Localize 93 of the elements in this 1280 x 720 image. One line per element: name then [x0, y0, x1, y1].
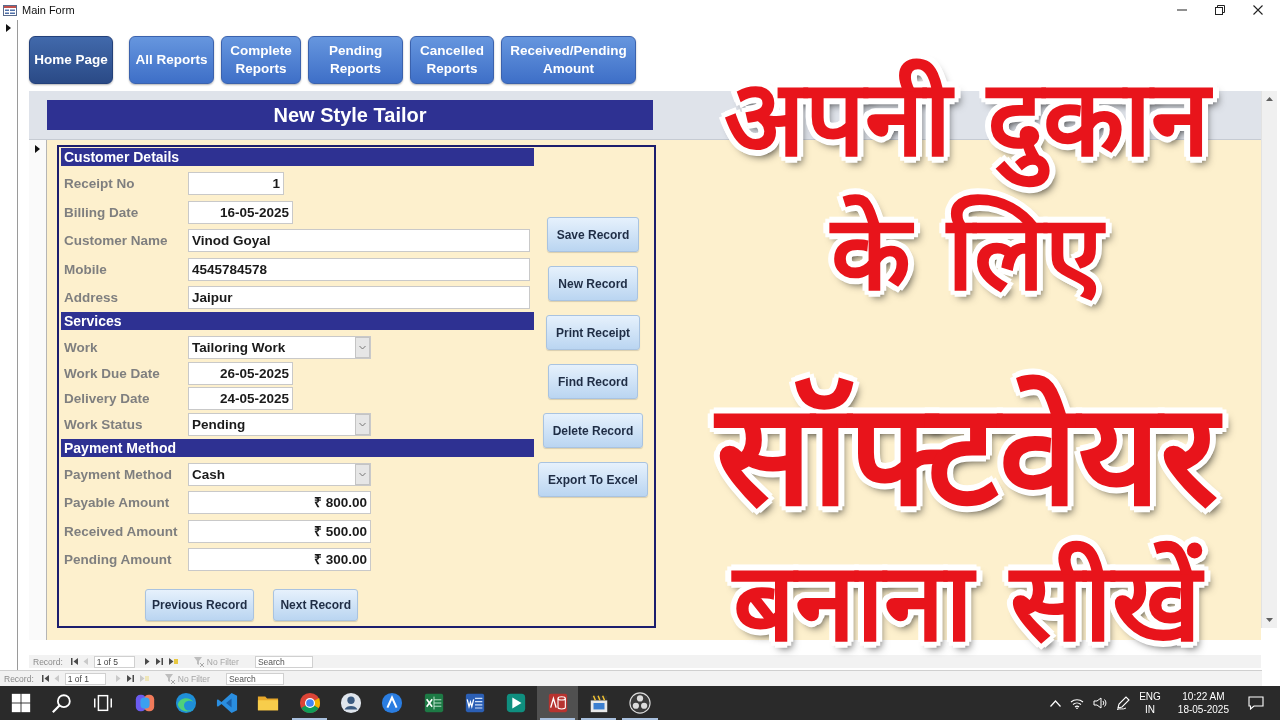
number-field[interactable]: 1	[188, 172, 284, 195]
record-label: Record:	[32, 656, 64, 667]
dropdown-field[interactable]: Pending	[188, 412, 371, 436]
region-indicator[interactable]: IN	[1145, 703, 1155, 716]
nav-button[interactable]: Home Page	[29, 36, 113, 84]
field-label: Work Due Date	[63, 365, 161, 381]
text-field[interactable]: Jaipur	[188, 286, 530, 309]
field-label: Mobile	[63, 261, 108, 277]
action-button[interactable]: Save Record	[546, 217, 640, 252]
scroll-up-icon[interactable]	[1266, 97, 1273, 101]
currency-field[interactable]: ₹ 300.00	[188, 548, 371, 571]
text-field[interactable]: Vinod Goyal	[188, 229, 530, 252]
swirl-icon[interactable]	[133, 692, 156, 714]
taskbar-button[interactable]	[536, 686, 579, 720]
pen-icon[interactable]	[1116, 696, 1131, 710]
action-button[interactable]: Print Receipt	[546, 315, 640, 350]
nav-button[interactable]: Cancelled Reports	[410, 36, 494, 84]
headline-text: अपनी दुकान	[713, 45, 1227, 194]
form-title: New Style Tailor	[47, 100, 653, 130]
navigation-button[interactable]: Previous Record	[145, 589, 255, 621]
record-selector-icon	[6, 24, 11, 32]
field-label: Received Amount	[63, 523, 179, 539]
wave-circle-icon[interactable]	[174, 692, 197, 714]
filter-icon	[193, 656, 205, 667]
search-field[interactable]: Search	[254, 655, 313, 668]
notification-icon[interactable]	[1248, 696, 1264, 710]
restore-icon[interactable]	[1215, 5, 1225, 15]
dropdown-field[interactable]: Cash	[188, 462, 371, 486]
action-button[interactable]: New Record	[548, 266, 638, 301]
currency-field[interactable]: ₹ 500.00	[188, 519, 371, 543]
document-icon[interactable]	[463, 692, 486, 714]
last-record-icon[interactable]	[126, 675, 136, 682]
action-button[interactable]: Find Record	[548, 364, 638, 399]
nav-button[interactable]: Pending Reports	[308, 36, 403, 84]
close-icon[interactable]	[1253, 5, 1263, 15]
date-field[interactable]: 16-05-2025	[188, 200, 293, 224]
segmented-circle-icon[interactable]	[298, 692, 321, 714]
caret-disc-icon[interactable]	[381, 692, 404, 714]
spreadsheet-icon[interactable]	[422, 692, 445, 714]
action-button[interactable]: Export To Excel	[538, 462, 648, 497]
text-field[interactable]: 4545784578	[188, 257, 530, 281]
wifi-icon[interactable]	[1070, 697, 1085, 709]
scrollbar[interactable]	[1261, 91, 1277, 628]
field-label: Pending Amount	[63, 552, 173, 567]
record-selector-icon	[35, 145, 40, 153]
date-field[interactable]: 26-05-2025	[188, 361, 293, 385]
user-silhouette-icon[interactable]	[340, 692, 362, 714]
field-label: Address	[63, 290, 120, 305]
date-field[interactable]: 24-05-2025	[188, 387, 293, 410]
field-label: Customer Name	[63, 233, 169, 248]
next-record-icon[interactable]	[142, 658, 152, 665]
start-icon[interactable]	[9, 692, 32, 714]
section-header: Payment Method	[61, 438, 534, 457]
last-record-icon[interactable]	[155, 658, 165, 665]
database-icon[interactable]	[546, 692, 569, 714]
first-record-icon[interactable]	[41, 675, 49, 682]
play-tile-icon[interactable]	[505, 692, 528, 714]
nav-button[interactable]: Complete Reports	[221, 36, 301, 84]
speaker-icon[interactable]	[1093, 697, 1108, 709]
search-icon[interactable]	[50, 692, 73, 714]
language-indicator[interactable]: ENG	[1139, 690, 1161, 703]
new-record-icon[interactable]	[168, 658, 178, 665]
record-position-field[interactable]: 1 of 1	[64, 672, 106, 685]
window-title: Main Form	[22, 4, 75, 16]
clock-date[interactable]: 18-05-2025	[1177, 703, 1229, 716]
task-view-icon[interactable]	[92, 692, 115, 714]
headline-text: के लिए	[828, 191, 1107, 316]
record-label: Record:	[3, 673, 35, 684]
search-field[interactable]: Search	[225, 672, 284, 685]
navigation-button[interactable]: Next Record	[273, 589, 359, 621]
dropdown-field[interactable]: Tailoring Work	[188, 336, 371, 359]
scroll-down-icon[interactable]	[1266, 618, 1273, 622]
nav-button[interactable]: Received/Pending Amount	[501, 36, 636, 84]
field-label: Payment Method	[63, 466, 173, 482]
caret-up-icon[interactable]	[1050, 699, 1062, 707]
record-position-field[interactable]: 1 of 5	[93, 655, 135, 668]
currency-field[interactable]: ₹ 800.00	[188, 491, 371, 514]
clock-time[interactable]: 10:22 AM	[1182, 690, 1225, 703]
section-header: Services	[61, 312, 534, 330]
field-label: Delivery Date	[63, 391, 151, 406]
field-label: Receipt No	[63, 176, 136, 191]
first-record-icon[interactable]	[70, 658, 78, 665]
nav-button[interactable]: All Reports	[129, 36, 214, 84]
three-circles-icon[interactable]	[629, 692, 652, 714]
field-label: Billing Date	[63, 204, 140, 220]
action-button[interactable]: Delete Record	[542, 413, 644, 448]
form-icon	[3, 4, 17, 16]
ribbon-icon[interactable]	[216, 692, 239, 714]
field-label: Work Status	[63, 416, 144, 432]
field-label: Work	[63, 340, 99, 355]
field-label: Payable Amount	[63, 495, 171, 510]
section-header: Customer Details	[61, 148, 534, 166]
filter-icon	[164, 673, 176, 684]
